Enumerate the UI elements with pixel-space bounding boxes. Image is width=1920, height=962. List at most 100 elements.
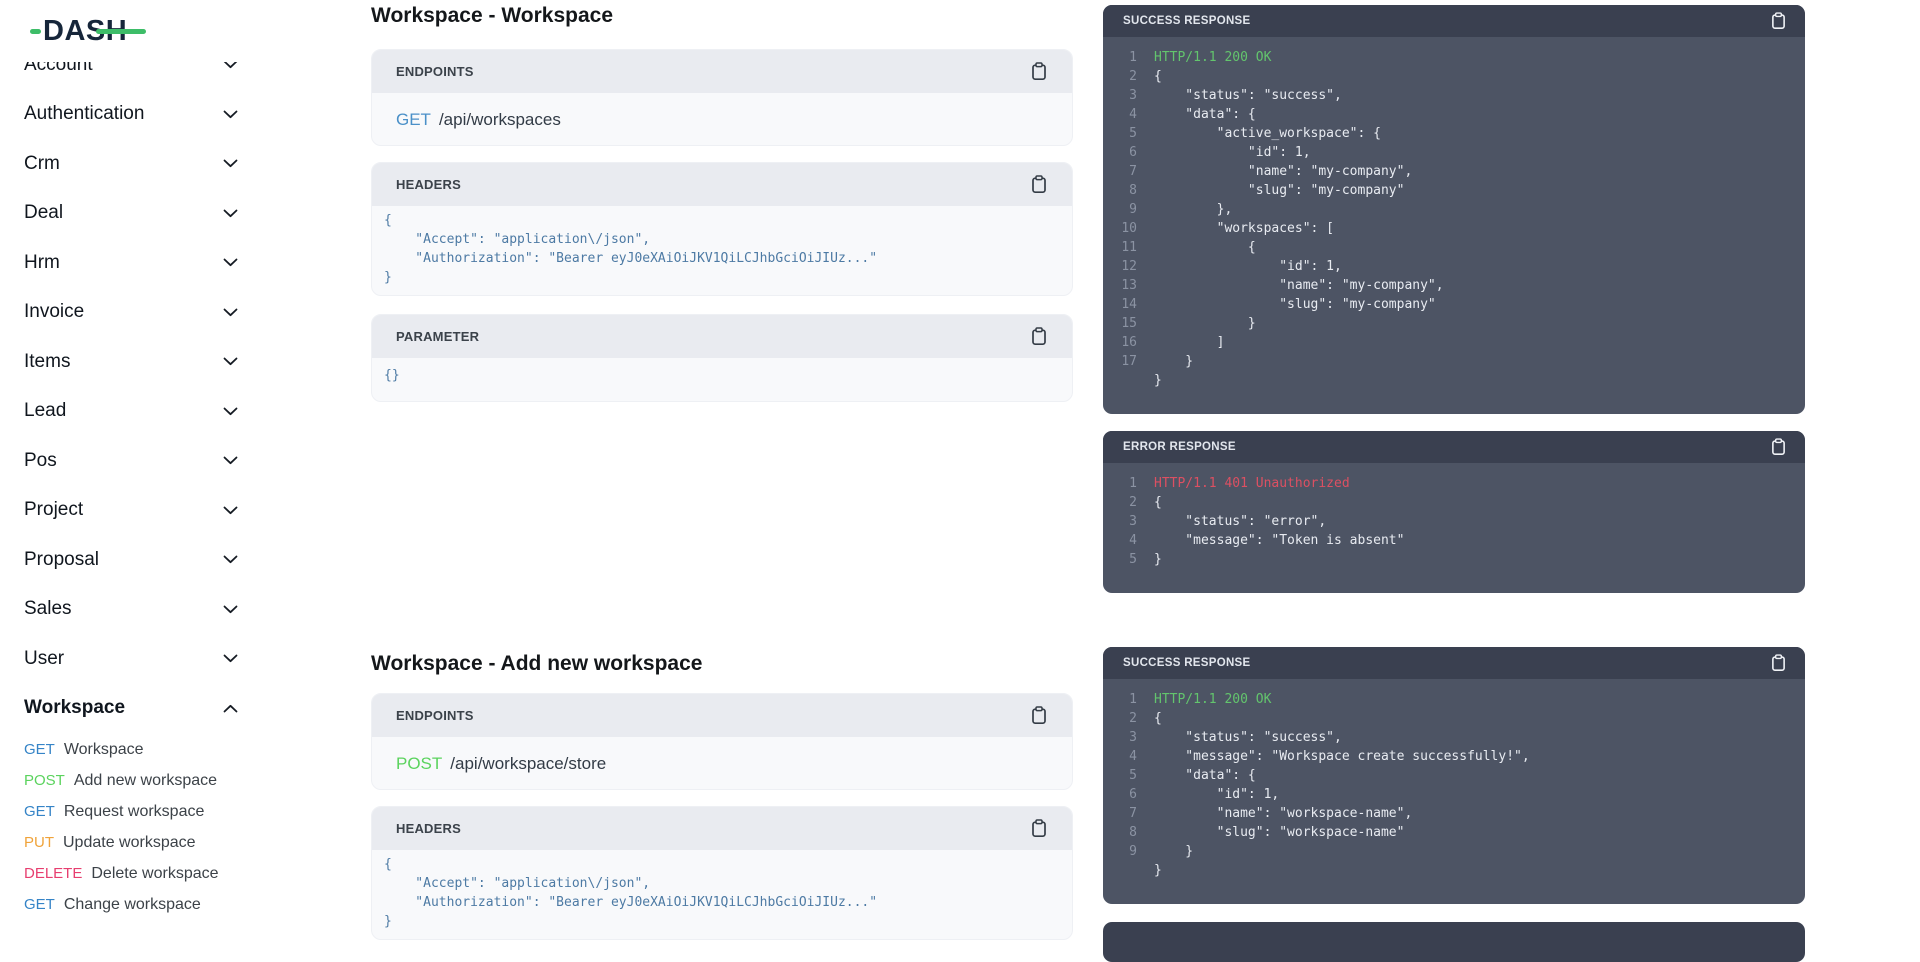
- copy-button[interactable]: [1031, 62, 1047, 81]
- line-number: 13: [1115, 276, 1137, 295]
- chevron-down-icon: [223, 506, 238, 515]
- line-text: },: [1137, 200, 1232, 219]
- chevron-down-icon: [223, 407, 238, 416]
- sidebar-subitem-delete-workspace[interactable]: DELETE Delete workspace: [0, 858, 262, 889]
- sidebar-subitem-add-new-workspace[interactable]: POST Add new workspace: [0, 765, 262, 796]
- endpoint-row: POST/api/workspace/store: [372, 737, 1072, 789]
- line-text: "slug": "my-company": [1137, 181, 1404, 200]
- subitem-label: Update workspace: [63, 834, 196, 852]
- card-title: HEADERS: [396, 177, 461, 192]
- line-text: "status": "error",: [1137, 512, 1326, 531]
- line-text: "id": 1,: [1137, 257, 1342, 276]
- line-number: 1: [1115, 474, 1137, 493]
- sidebar-item-label: Pos: [24, 450, 57, 472]
- sidebar-item-invoice[interactable]: Invoice: [0, 288, 262, 338]
- line-number: 17: [1115, 352, 1137, 371]
- sidebar-item-hrm[interactable]: Hrm: [0, 238, 262, 288]
- code-line: 1HTTP/1.1 200 OK: [1115, 48, 1789, 67]
- code-line: 2{: [1115, 67, 1789, 86]
- clipboard-icon: [1771, 12, 1786, 30]
- sidebar-subitem-request-workspace[interactable]: GET Request workspace: [0, 796, 262, 827]
- logo-green-bar: [96, 29, 146, 34]
- line-number: 2: [1115, 67, 1137, 86]
- code-line: {: [384, 855, 1052, 874]
- code-line: 11 {: [1115, 238, 1789, 257]
- chevron-down-icon: [223, 308, 238, 317]
- code-line: }: [1115, 861, 1789, 880]
- panel-title: SUCCESS RESPONSE: [1123, 15, 1251, 27]
- sidebar-subitem-update-workspace[interactable]: PUT Update workspace: [0, 827, 262, 858]
- code-line: 1HTTP/1.1 401 Unauthorized: [1115, 474, 1789, 493]
- endpoint-path: /api/workspaces: [439, 110, 561, 129]
- sidebar-item-user[interactable]: User: [0, 634, 262, 684]
- copy-button[interactable]: [1771, 438, 1786, 456]
- sidebar-item-workspace[interactable]: Workspace: [0, 684, 262, 734]
- code-line: 7 "name": "my-company",: [1115, 162, 1789, 181]
- line-text: ]: [1137, 333, 1224, 352]
- line-text: "message": "Token is absent": [1137, 531, 1404, 550]
- code-line: {}: [384, 366, 1052, 385]
- chevron-up-icon: [223, 704, 238, 713]
- success-response-panel: SUCCESS RESPONSE 1HTTP/1.1 200 OK2{3 "st…: [1103, 647, 1805, 904]
- copy-button[interactable]: [1031, 327, 1047, 346]
- chevron-down-icon: [223, 159, 238, 168]
- chevron-down-icon: [223, 209, 238, 218]
- line-text: "status": "success",: [1137, 728, 1342, 747]
- line-number: 4: [1115, 531, 1137, 550]
- copy-button[interactable]: [1031, 706, 1047, 725]
- endpoint-path: /api/workspace/store: [450, 754, 606, 773]
- sidebar-subitem-change-workspace[interactable]: GET Change workspace: [0, 889, 262, 920]
- clipboard-icon: [1031, 175, 1047, 194]
- sidebar-item-pos[interactable]: Pos: [0, 436, 262, 486]
- headers-card: HEADERS { "Accept": "application\/json",…: [371, 162, 1073, 296]
- code-line: 3 "status": "error",: [1115, 512, 1789, 531]
- sidebar-item-label: Workspace: [24, 697, 125, 719]
- chevron-down-icon: [223, 357, 238, 366]
- panel-header: SUCCESS RESPONSE: [1103, 5, 1805, 37]
- code-line: 6 "id": 1,: [1115, 785, 1789, 804]
- sidebar-item-sales[interactable]: Sales: [0, 585, 262, 635]
- copy-button[interactable]: [1771, 12, 1786, 30]
- sidebar-item-proposal[interactable]: Proposal: [0, 535, 262, 585]
- copy-button[interactable]: [1771, 654, 1786, 672]
- endpoints-card: ENDPOINTS POST/api/workspace/store: [371, 693, 1073, 790]
- headers-card: HEADERS { "Accept": "application\/json",…: [371, 806, 1073, 940]
- http-method-badge: GET: [24, 741, 55, 758]
- sidebar-subitem-workspace[interactable]: GET Workspace: [0, 734, 262, 765]
- sidebar-item-crm[interactable]: Crm: [0, 139, 262, 189]
- line-number: [1115, 861, 1137, 880]
- logo-green-dash: [30, 29, 41, 34]
- card-header: ENDPOINTS: [372, 50, 1072, 93]
- sidebar-item-lead[interactable]: Lead: [0, 387, 262, 437]
- card-title: PARAMETER: [396, 329, 479, 344]
- sidebar-item-label: Crm: [24, 153, 60, 175]
- clipboard-icon: [1771, 654, 1786, 672]
- dash-logo[interactable]: DASH: [30, 15, 127, 47]
- sidebar-item-label: Lead: [24, 400, 66, 422]
- success-response-panel: SUCCESS RESPONSE 1HTTP/1.1 200 OK2{3 "st…: [1103, 5, 1805, 414]
- sidebar-item-authentication[interactable]: Authentication: [0, 90, 262, 140]
- sidebar-item-deal[interactable]: Deal: [0, 189, 262, 239]
- response-code-block: 1HTTP/1.1 200 OK2{3 "status": "success",…: [1103, 679, 1805, 904]
- line-number: 9: [1115, 842, 1137, 861]
- line-number: 4: [1115, 105, 1137, 124]
- panel-header: SUCCESS RESPONSE: [1103, 647, 1805, 679]
- sidebar: Account Authentication Crm Deal Hrm Invo…: [0, 0, 300, 930]
- sidebar-item-items[interactable]: Items: [0, 337, 262, 387]
- code-line: 15 }: [1115, 314, 1789, 333]
- line-text: "id": 1,: [1137, 785, 1279, 804]
- line-text: HTTP/1.1 200 OK: [1137, 690, 1271, 709]
- sidebar-item-label: Proposal: [24, 549, 99, 571]
- code-line: 13 "name": "my-company",: [1115, 276, 1789, 295]
- line-text: {: [1137, 238, 1256, 257]
- subitem-label: Request workspace: [64, 803, 205, 821]
- copy-button[interactable]: [1031, 175, 1047, 194]
- line-number: 5: [1115, 550, 1137, 569]
- http-method-badge: PUT: [24, 834, 54, 851]
- chevron-down-icon: [223, 654, 238, 663]
- copy-button[interactable]: [1031, 819, 1047, 838]
- line-number: 4: [1115, 747, 1137, 766]
- code-line: "Authorization": "Bearer eyJ0eXAiOiJKV1Q…: [384, 893, 1052, 912]
- sidebar-item-project[interactable]: Project: [0, 486, 262, 536]
- card-header: ENDPOINTS: [372, 694, 1072, 737]
